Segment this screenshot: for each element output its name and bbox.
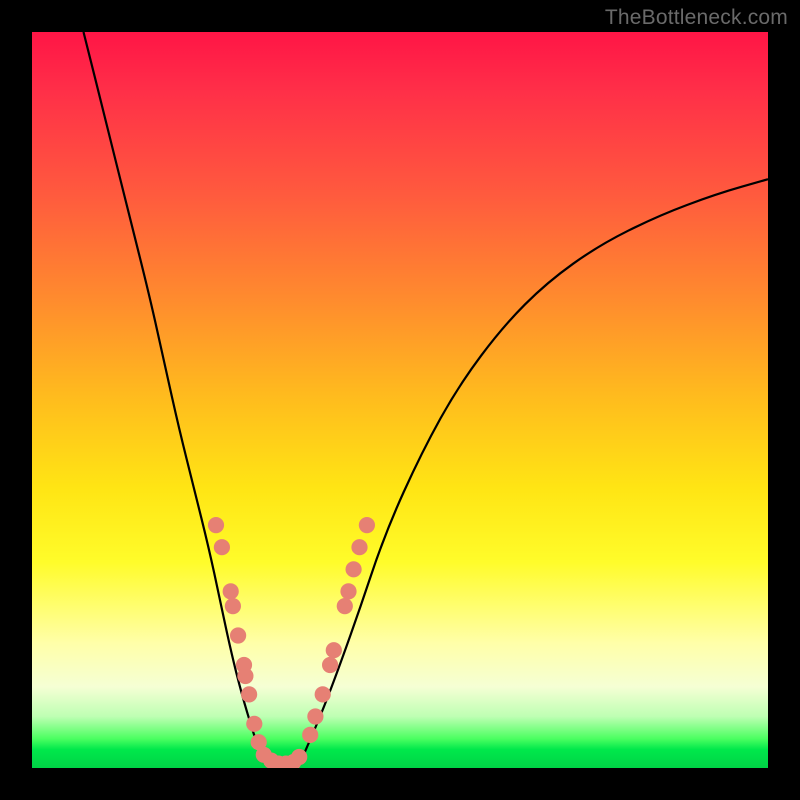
marker-dot bbox=[225, 598, 241, 614]
marker-dot bbox=[326, 642, 342, 658]
chart-frame: TheBottleneck.com bbox=[0, 0, 800, 800]
marker-dot bbox=[322, 657, 338, 673]
marker-dot bbox=[315, 686, 331, 702]
marker-dot bbox=[237, 668, 253, 684]
marker-dot bbox=[302, 727, 318, 743]
marker-dot bbox=[230, 627, 246, 643]
marker-dot bbox=[214, 539, 230, 555]
marker-dot bbox=[340, 583, 356, 599]
chart-svg bbox=[32, 32, 768, 768]
marker-group bbox=[208, 517, 375, 768]
bottleneck-curve bbox=[84, 32, 769, 764]
marker-dot bbox=[246, 716, 262, 732]
marker-dot bbox=[241, 686, 257, 702]
marker-dot bbox=[291, 749, 307, 765]
marker-dot bbox=[337, 598, 353, 614]
marker-dot bbox=[223, 583, 239, 599]
marker-dot bbox=[346, 561, 362, 577]
plot-area bbox=[32, 32, 768, 768]
marker-dot bbox=[351, 539, 367, 555]
watermark-text: TheBottleneck.com bbox=[605, 6, 788, 30]
marker-dot bbox=[208, 517, 224, 533]
marker-dot bbox=[307, 708, 323, 724]
marker-dot bbox=[359, 517, 375, 533]
